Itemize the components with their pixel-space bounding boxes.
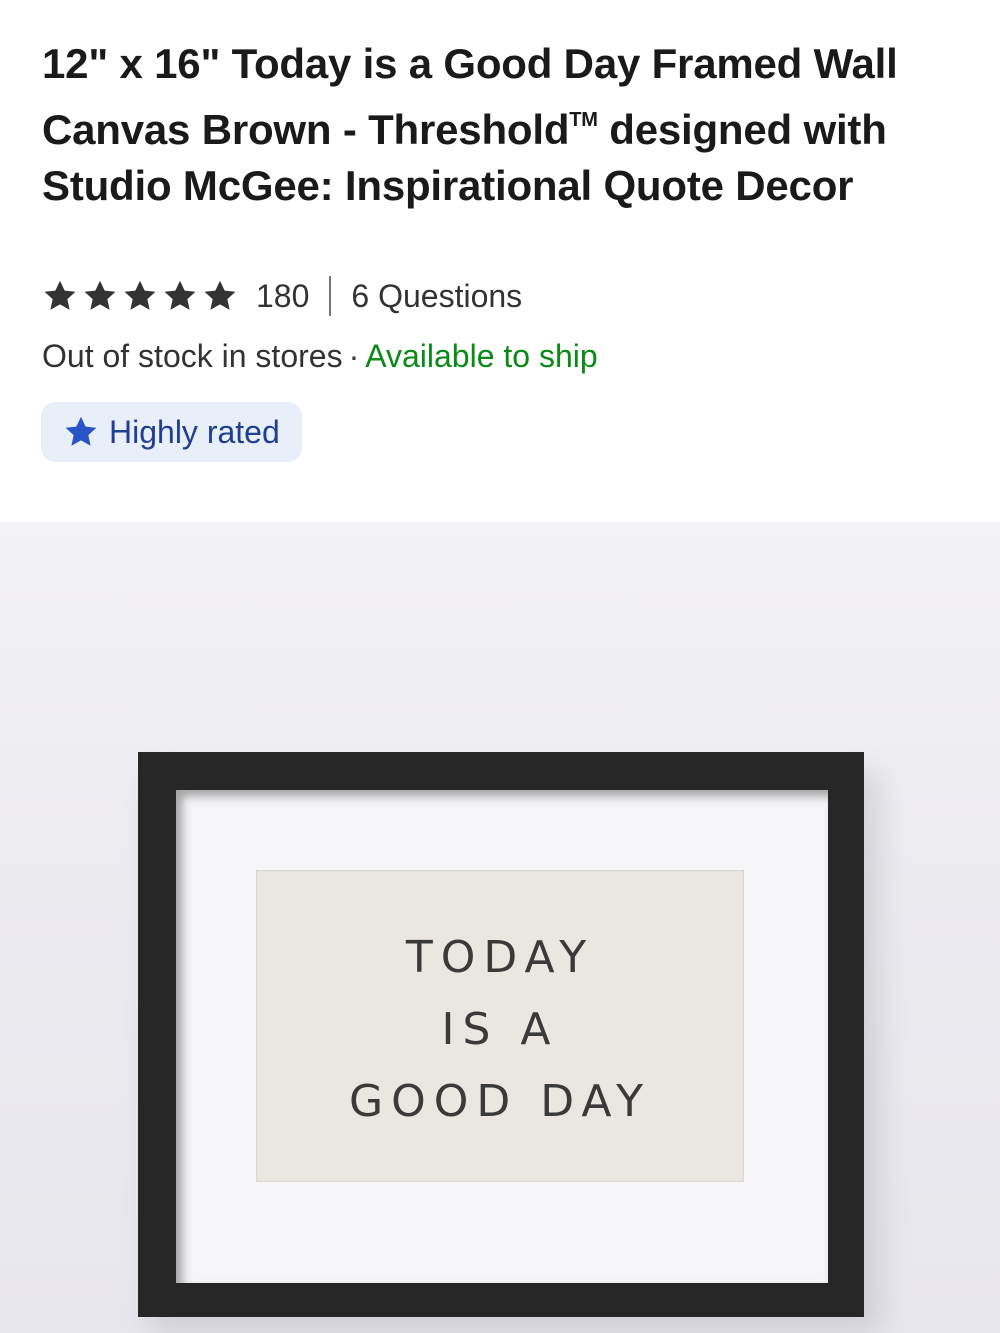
star-rating[interactable] [42,278,238,314]
star-icon [84,280,116,310]
product-title: 12" x 16" Today is a Good Day Framed Wal… [42,36,942,214]
quote-line: GOOD DAY [349,1076,651,1127]
star-icon [44,280,76,310]
quote-line: TODAY [405,932,595,983]
badge-label: Highly rated [109,413,280,450]
frame-matting: TODAY IS A GOOD DAY [176,790,828,1283]
highly-rated-badge: Highly rated [41,402,302,462]
quote-text: TODAY IS A GOOD DAY [256,922,744,1138]
star-icon [124,280,156,310]
separator: · [348,338,360,374]
star-icon [65,416,97,446]
canvas-print: TODAY IS A GOOD DAY [256,870,744,1182]
review-count-link[interactable]: 180 [256,278,309,315]
rating-row: 180 6 Questions [42,274,522,318]
availability-row: Out of stock in stores · Available to ship [42,338,598,375]
star-icon [204,280,236,310]
ship-status: Available to ship [365,338,598,374]
picture-frame: TODAY IS A GOOD DAY [138,752,864,1317]
star-icon [164,280,196,310]
trademark-symbol: TM [569,109,598,131]
store-stock-status: Out of stock in stores [42,338,343,374]
product-image[interactable]: TODAY IS A GOOD DAY [0,522,1000,1333]
divider [329,276,332,316]
quote-line: IS A [441,1004,559,1055]
questions-link[interactable]: 6 Questions [351,278,522,315]
